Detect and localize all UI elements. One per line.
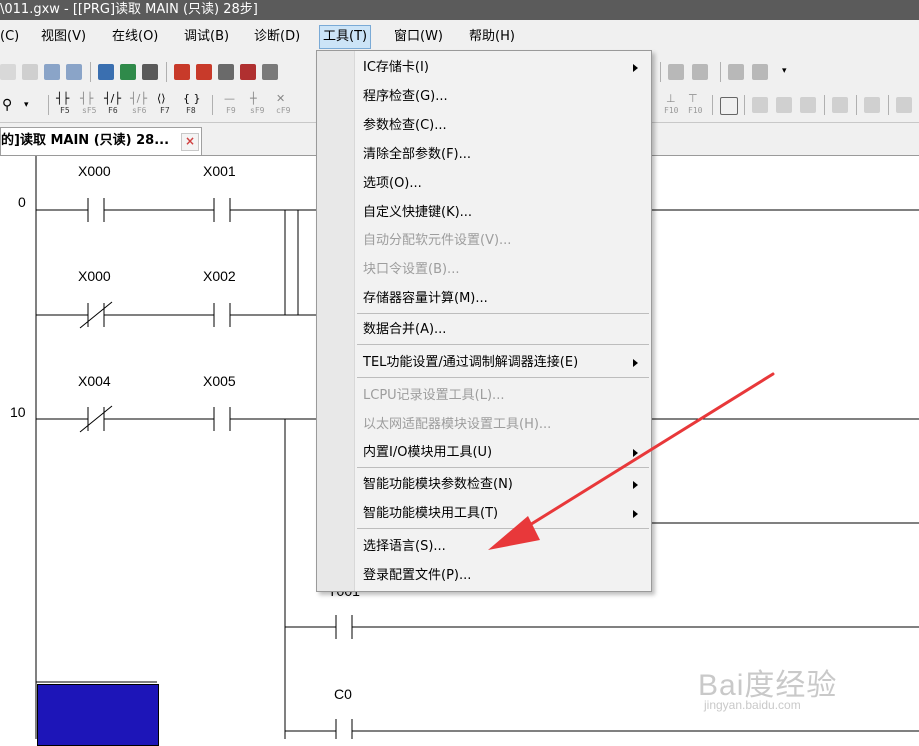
watermark-url: jingyan.baidu.com — [704, 698, 801, 712]
annotation-arrow — [488, 372, 775, 550]
baidu-watermark: Bai度经验 jingyan.baidu.com — [698, 640, 878, 720]
